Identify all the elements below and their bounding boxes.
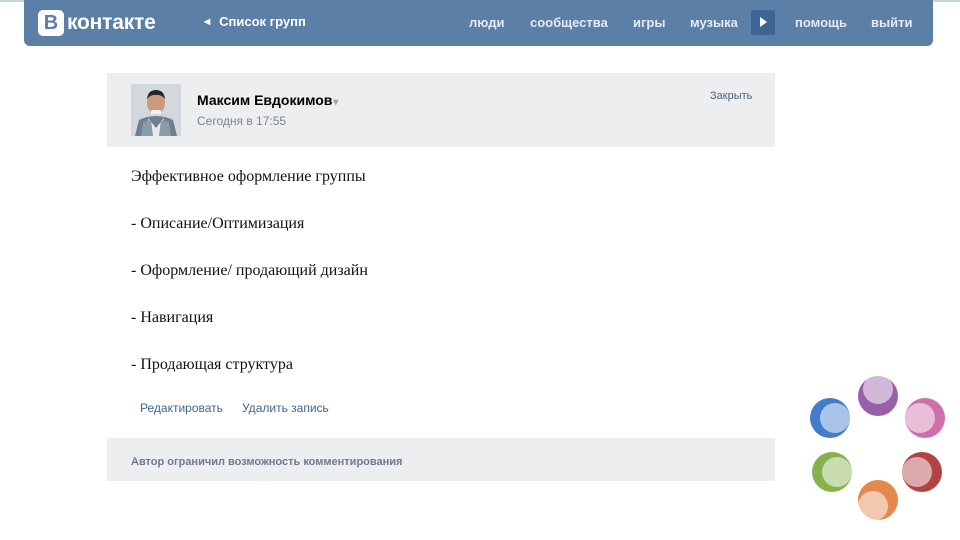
nav-help[interactable]: помощь <box>795 15 847 30</box>
post-list-item: - Навигация <box>131 309 214 326</box>
header-bar: В контакте ◀ Список групп люди сообществ… <box>24 0 933 46</box>
ring-highlight <box>905 403 935 433</box>
nav-music[interactable]: музыка <box>690 15 738 30</box>
edit-post-link[interactable]: Редактировать <box>140 401 223 415</box>
post-list-item: - Продающая структура <box>131 356 293 373</box>
close-button[interactable]: Закрыть <box>710 90 752 102</box>
comments-disabled-notice: Автор ограничил возможность комментирова… <box>131 456 403 468</box>
post-timestamp: Сегодня в 17:55 <box>197 114 287 128</box>
person-photo-icon <box>131 84 181 136</box>
comments-disabled-bar: Автор ограничил возможность комментирова… <box>107 438 775 481</box>
nav-people[interactable]: люди <box>469 15 504 30</box>
decorative-ring-logo-icon <box>810 374 945 521</box>
ring-highlight <box>902 457 932 487</box>
post-header: Максим Евдокимов▾ Сегодня в 17:55 Закрыт… <box>107 73 775 147</box>
ring-highlight <box>820 403 850 433</box>
post-list-item: - Оформление/ продающий дизайн <box>131 262 368 279</box>
delete-post-link[interactable]: Удалить запись <box>242 401 329 415</box>
top-nav: люди сообщества игры музыка помощь выйти <box>24 15 933 35</box>
author-name-link[interactable]: Максим Евдокимов▾ <box>197 92 338 108</box>
post-body: Эффективное оформление группы - Описание… <box>131 167 731 402</box>
ring-highlight <box>822 457 852 487</box>
ring-highlight <box>863 374 893 404</box>
music-play-icon[interactable] <box>751 10 775 35</box>
dropdown-arrow-icon[interactable]: ▾ <box>333 97 338 108</box>
post-list-item: - Описание/Оптимизация <box>131 215 305 232</box>
ring-highlight <box>858 491 888 521</box>
author-name: Максим Евдокимов <box>197 92 333 108</box>
author-avatar[interactable] <box>131 84 181 136</box>
post-title-line: Эффективное оформление группы <box>131 168 366 185</box>
nav-logout[interactable]: выйти <box>871 15 912 30</box>
nav-communities[interactable]: сообщества <box>530 15 608 30</box>
nav-games[interactable]: игры <box>633 15 665 30</box>
